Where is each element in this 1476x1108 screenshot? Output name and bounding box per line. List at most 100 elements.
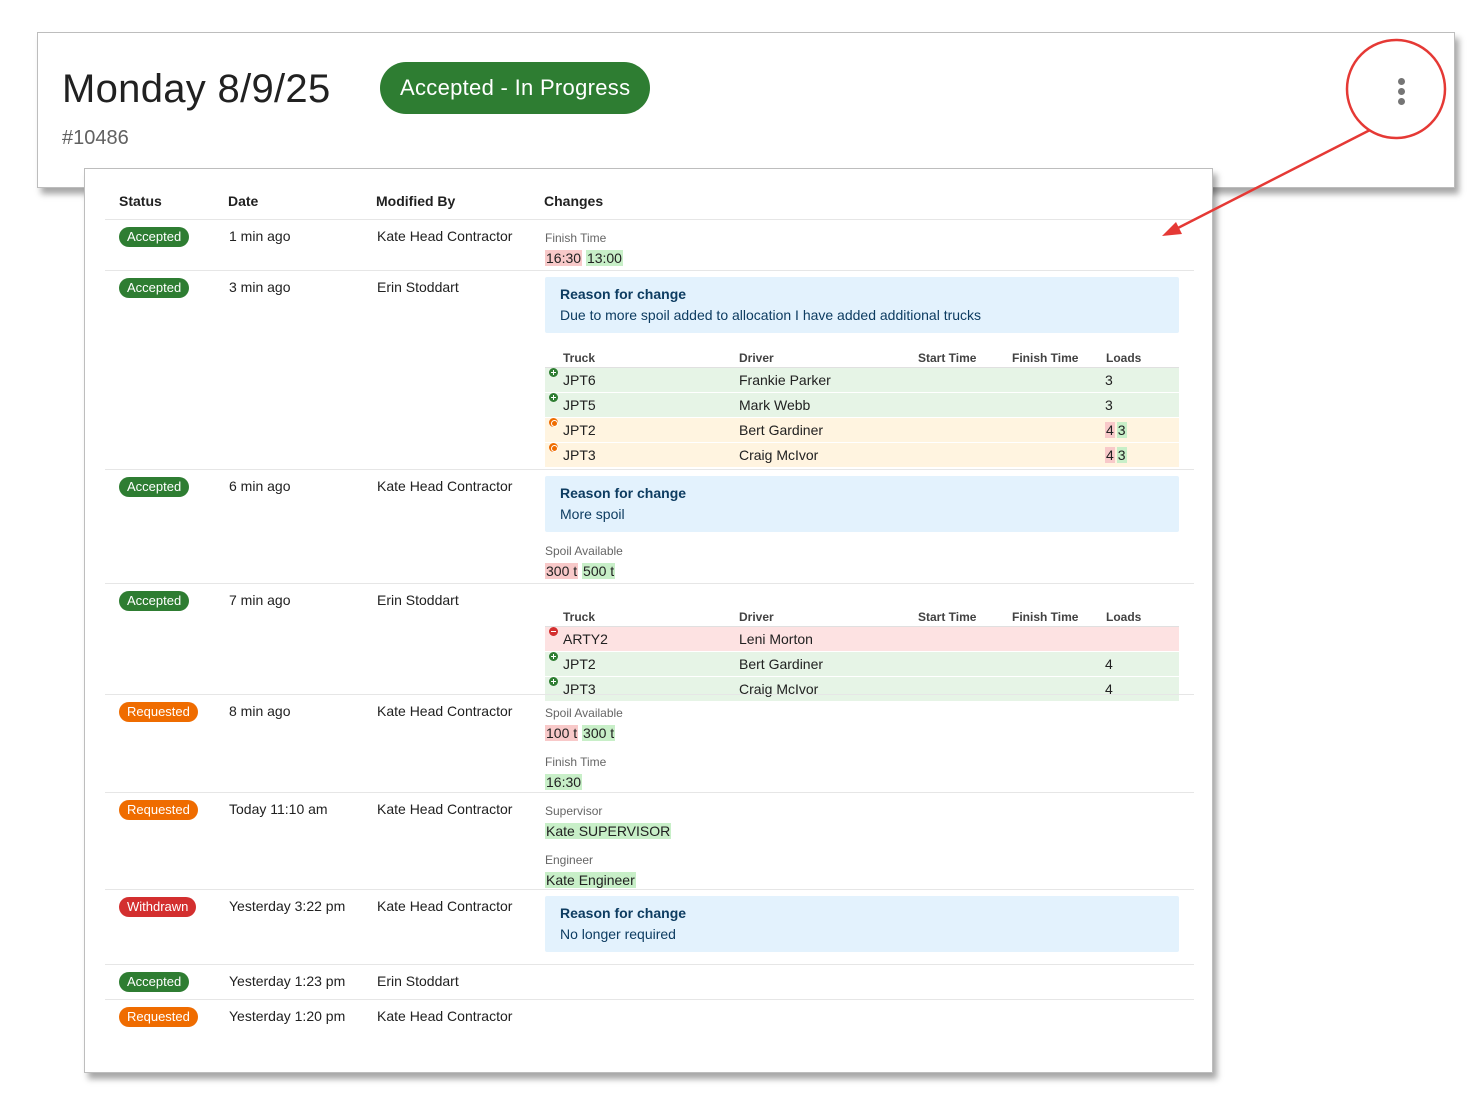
modified-by-cell: Kate Head Contractor (377, 898, 513, 914)
truck-row: JPT2 Bert Gardiner 4 (545, 652, 1179, 677)
status-cell: Accepted (119, 278, 190, 298)
field-values: 300 t 500 t (545, 561, 1179, 581)
truck-column-truck: Truck (563, 610, 596, 624)
status-badge: Requested (119, 1007, 198, 1027)
status-cell: Requested (119, 1007, 198, 1027)
history-row: Accepted 1 min ago Kate Head Contractor Fin… (105, 219, 1194, 270)
date-cell: Yesterday 3:22 pm (229, 898, 346, 914)
field-label: Supervisor (545, 804, 603, 818)
field-values: 16:30 (545, 772, 1179, 792)
truck-row: JPT6 Frankie Parker 3 (545, 368, 1179, 393)
old-value: 4 (1105, 447, 1115, 463)
driver-name: Frankie Parker (739, 372, 831, 388)
loads-value: 43 (1105, 443, 1127, 468)
modified-by-cell: Kate Head Contractor (377, 703, 513, 719)
truck-name: JPT2 (563, 656, 596, 672)
changes-cell: Spoil Available 100 t 300 t Finish Time 16:… (545, 705, 1179, 792)
plus-circle-icon (549, 393, 558, 402)
truck-table-header: Truck Driver Start Time Finish Time Loads (545, 605, 1179, 627)
modified-by-cell: Kate Head Contractor (377, 478, 513, 494)
column-header-status: Status (119, 193, 162, 209)
plus-circle-icon (549, 677, 558, 686)
change-history-panel: Status Date Modified By Changes Accepted… (84, 168, 1213, 1073)
truck-column-finish: Finish Time (1012, 610, 1079, 624)
status-cell: Accepted (119, 477, 190, 497)
page-title: Monday 8/9/25 (62, 67, 331, 111)
truck-name: JPT5 (563, 397, 596, 413)
status-badge: Requested (119, 702, 198, 722)
status-cell: Accepted (119, 591, 190, 611)
old-value: 300 t (545, 563, 579, 579)
old-value: 16:30 (545, 250, 583, 266)
modified-by-cell: Kate Head Contractor (377, 1008, 513, 1024)
status-cell: Requested (119, 800, 198, 820)
truck-allocation-table: Truck Driver Start Time Finish Time Loads ART… (545, 605, 1179, 702)
status-badge: Accepted (119, 591, 190, 611)
changes-cell: Reason for change Due to more spoil added… (545, 277, 1179, 468)
column-header-modified-by: Modified By (376, 193, 456, 209)
changes-cell: Supervisor Kate SUPERVISOR Engineer Kate En… (545, 803, 1179, 890)
column-header-changes: Changes (544, 193, 604, 209)
kebab-dot (1398, 88, 1405, 95)
changes-cell: Reason for change No longer required (545, 896, 1179, 952)
truck-row: ARTY2 Leni Morton (545, 627, 1179, 652)
history-row: Accepted 6 min ago Kate Head Contractor Rea… (105, 469, 1194, 583)
new-value: 300 t (582, 725, 616, 741)
loads-value: 3 (1105, 372, 1113, 388)
history-row: Accepted Yesterday 1:23 pm Erin Stoddart (105, 964, 1194, 999)
history-row: Accepted 7 min ago Erin Stoddart Truck Drive… (105, 583, 1194, 702)
truck-name: JPT2 (563, 422, 596, 438)
reason-title: Reason for change (560, 286, 687, 302)
truck-row: JPT3 Craig McIvor 4 3 (545, 443, 1179, 468)
history-row: Withdrawn Yesterday 3:22 pm Kate Head Cont… (105, 889, 1194, 964)
new-value: 3 (1116, 422, 1127, 438)
driver-name: Bert Gardiner (739, 656, 824, 672)
field-label: Spoil Available (545, 706, 623, 720)
changed-circle-icon (549, 443, 558, 452)
field-label: Spoil Available (545, 544, 623, 558)
truck-column-start: Start Time (918, 610, 977, 624)
kebab-dot (1398, 98, 1405, 105)
truck-column-driver: Driver (739, 610, 774, 624)
changed-circle-icon (549, 418, 558, 427)
driver-name: Mark Webb (739, 397, 811, 413)
minus-circle-icon (549, 627, 558, 636)
status-badge: Accepted (119, 972, 190, 992)
reason-title: Reason for change (560, 905, 687, 921)
reason-text: Due to more spoil added to allocation I … (560, 307, 982, 323)
field-label: Finish Time (545, 755, 607, 769)
field-change: Supervisor Kate SUPERVISOR (545, 803, 1179, 841)
status-badge: Accepted (119, 227, 190, 247)
modified-by-cell: Kate Head Contractor (377, 801, 513, 817)
modified-by-cell: Kate Head Contractor (377, 228, 513, 244)
more-vertical-icon[interactable] (1390, 73, 1414, 109)
date-cell: 3 min ago (229, 279, 291, 295)
changes-cell: Reason for change More spoil Spoil Availab… (545, 476, 1179, 581)
field-change: Engineer Kate Engineer (545, 852, 1179, 890)
history-row: Requested 8 min ago Kate Head Contractor Sp… (105, 694, 1194, 792)
loads-value: 4 (1105, 656, 1113, 672)
status-cell: Accepted (119, 227, 190, 247)
truck-allocation-table: Truck Driver Start Time Finish Time Loads JPT… (545, 346, 1179, 468)
reason-text: No longer required (560, 926, 676, 942)
modified-by-cell: Erin Stoddart (377, 592, 459, 608)
field-values: Kate SUPERVISOR (545, 821, 1179, 841)
field-values: 100 t 300 t (545, 723, 1179, 743)
reason-for-change-box: Reason for change Due to more spoil added… (545, 277, 1179, 333)
loads-value: 43 (1105, 418, 1127, 443)
reason-for-change-box: Reason for change No longer required (545, 896, 1179, 952)
date-cell: 6 min ago (229, 478, 291, 494)
date-cell: Yesterday 1:20 pm (229, 1008, 346, 1024)
history-row: Requested Yesterday 1:20 pm Kate Head Cont… (105, 999, 1194, 1034)
truck-row: JPT2 Bert Gardiner 4 3 (545, 418, 1179, 443)
date-cell: Today 11:10 am (229, 801, 328, 817)
kebab-dot (1398, 78, 1405, 85)
field-change: Finish Time 16:30 (545, 754, 1179, 792)
plus-circle-icon (549, 652, 558, 661)
date-cell: 7 min ago (229, 592, 291, 608)
truck-name: JPT3 (563, 447, 596, 463)
truck-column-loads: Loads (1106, 610, 1142, 624)
field-label: Engineer (545, 853, 594, 867)
truck-column-truck: Truck (563, 351, 596, 365)
new-value: 13:00 (585, 250, 623, 266)
